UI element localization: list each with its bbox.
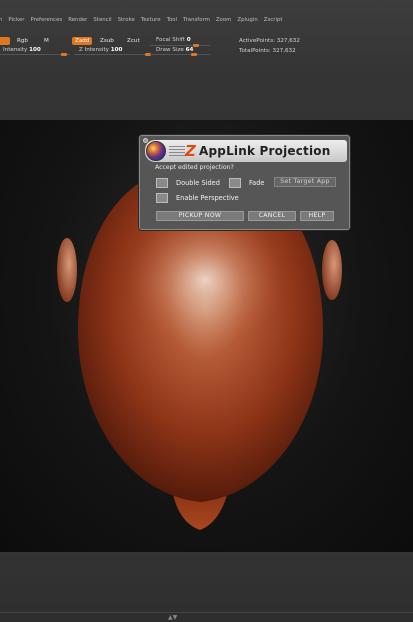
enable-perspective-label: Enable Perspective — [176, 194, 239, 202]
active-points-label: ActivePoints: — [239, 38, 275, 44]
menu-tool[interactable]: Tool — [167, 17, 177, 23]
z-intensity-slider[interactable]: Z Intensity 100 — [79, 46, 122, 54]
menu-zplugin[interactable]: Zplugin — [237, 17, 257, 23]
speed-stripes-icon — [169, 146, 185, 156]
z-intensity-label: Z Intensity — [79, 47, 109, 53]
z-intensity-value: 100 — [110, 47, 123, 53]
mrgb-button[interactable] — [0, 37, 10, 45]
dialog-question: Accept edited projection? — [155, 164, 234, 171]
total-points-readout: TotalPoints: 327,632 — [239, 47, 296, 55]
active-points-value: 327,632 — [276, 38, 300, 44]
menu-zscript[interactable]: Zscript — [264, 17, 283, 23]
intensity-slider[interactable]: Intensity 100 — [3, 46, 41, 54]
menu-texture[interactable]: Texture — [141, 17, 161, 23]
cancel-button[interactable]: CANCEL — [248, 211, 296, 221]
total-points-value: 327,632 — [272, 48, 296, 54]
zsub-button[interactable]: Zsub — [97, 37, 117, 45]
menu-zoom[interactable]: Zoom — [216, 17, 232, 23]
rgb-button[interactable]: Rgb — [14, 37, 31, 45]
menu-stroke[interactable]: Stroke — [118, 17, 135, 23]
double-sided-checkbox[interactable] — [156, 178, 168, 188]
help-button[interactable]: HELP — [300, 211, 334, 221]
draw-size-track[interactable] — [150, 54, 210, 55]
intensity-track[interactable] — [0, 54, 70, 55]
menu-bar: n Picker Preferences Render Stencil Stro… — [0, 13, 413, 27]
focal-shift-slider[interactable]: Focal Shift 0 — [156, 36, 191, 44]
dialog-header: Z AppLink Projection — [145, 140, 347, 162]
menu-preferences[interactable]: Preferences — [30, 17, 62, 23]
active-points-readout: ActivePoints: 327,632 — [239, 37, 300, 45]
total-points-label: TotalPoints: — [239, 48, 271, 54]
draw-size-label: Draw Size — [156, 47, 184, 53]
z-logo-letter: Z — [185, 142, 196, 160]
double-sided-label: Double Sided — [176, 179, 220, 187]
zcut-button[interactable]: Zcut — [124, 37, 143, 45]
right-ear — [322, 240, 342, 300]
left-ear — [57, 238, 77, 302]
tray-toggle-icon[interactable]: ▲▼ — [168, 614, 177, 621]
enable-perspective-checkbox[interactable] — [156, 193, 168, 203]
fade-checkbox[interactable] — [229, 178, 241, 188]
m-button[interactable]: M — [41, 37, 52, 45]
toolbar: Rgb M Zadd Zsub Zcut Focal Shift 0 Activ… — [0, 34, 413, 58]
focal-shift-handle[interactable] — [193, 44, 199, 47]
draw-size-handle[interactable] — [191, 53, 197, 56]
intensity-label: Intensity — [3, 47, 28, 53]
focal-shift-value: 0 — [186, 37, 191, 43]
bottom-divider — [0, 612, 413, 613]
focal-shift-label: Focal Shift — [156, 37, 185, 43]
pickup-now-button[interactable]: PICKUP NOW — [156, 211, 244, 221]
set-target-app-button[interactable]: Set Target App — [274, 177, 336, 187]
menu-picker[interactable]: Picker — [8, 17, 24, 23]
z-intensity-track[interactable] — [74, 54, 154, 55]
fade-label: Fade — [249, 179, 265, 187]
menu-item[interactable]: n — [0, 17, 2, 23]
applink-projection-dialog: Z AppLink Projection Accept edited proje… — [139, 135, 350, 230]
top-chrome: n Picker Preferences Render Stencil Stro… — [0, 0, 413, 120]
intensity-handle[interactable] — [61, 53, 67, 56]
zadd-button[interactable]: Zadd — [72, 37, 93, 45]
menu-stencil[interactable]: Stencil — [93, 17, 111, 23]
menu-render[interactable]: Render — [68, 17, 87, 23]
draw-size-slider[interactable]: Draw Size 64 — [156, 46, 193, 54]
dialog-title: AppLink Projection — [199, 144, 331, 158]
zbrush-logo-icon — [146, 141, 166, 161]
menu-transform[interactable]: Transform — [183, 17, 210, 23]
intensity-value: 100 — [29, 47, 41, 53]
